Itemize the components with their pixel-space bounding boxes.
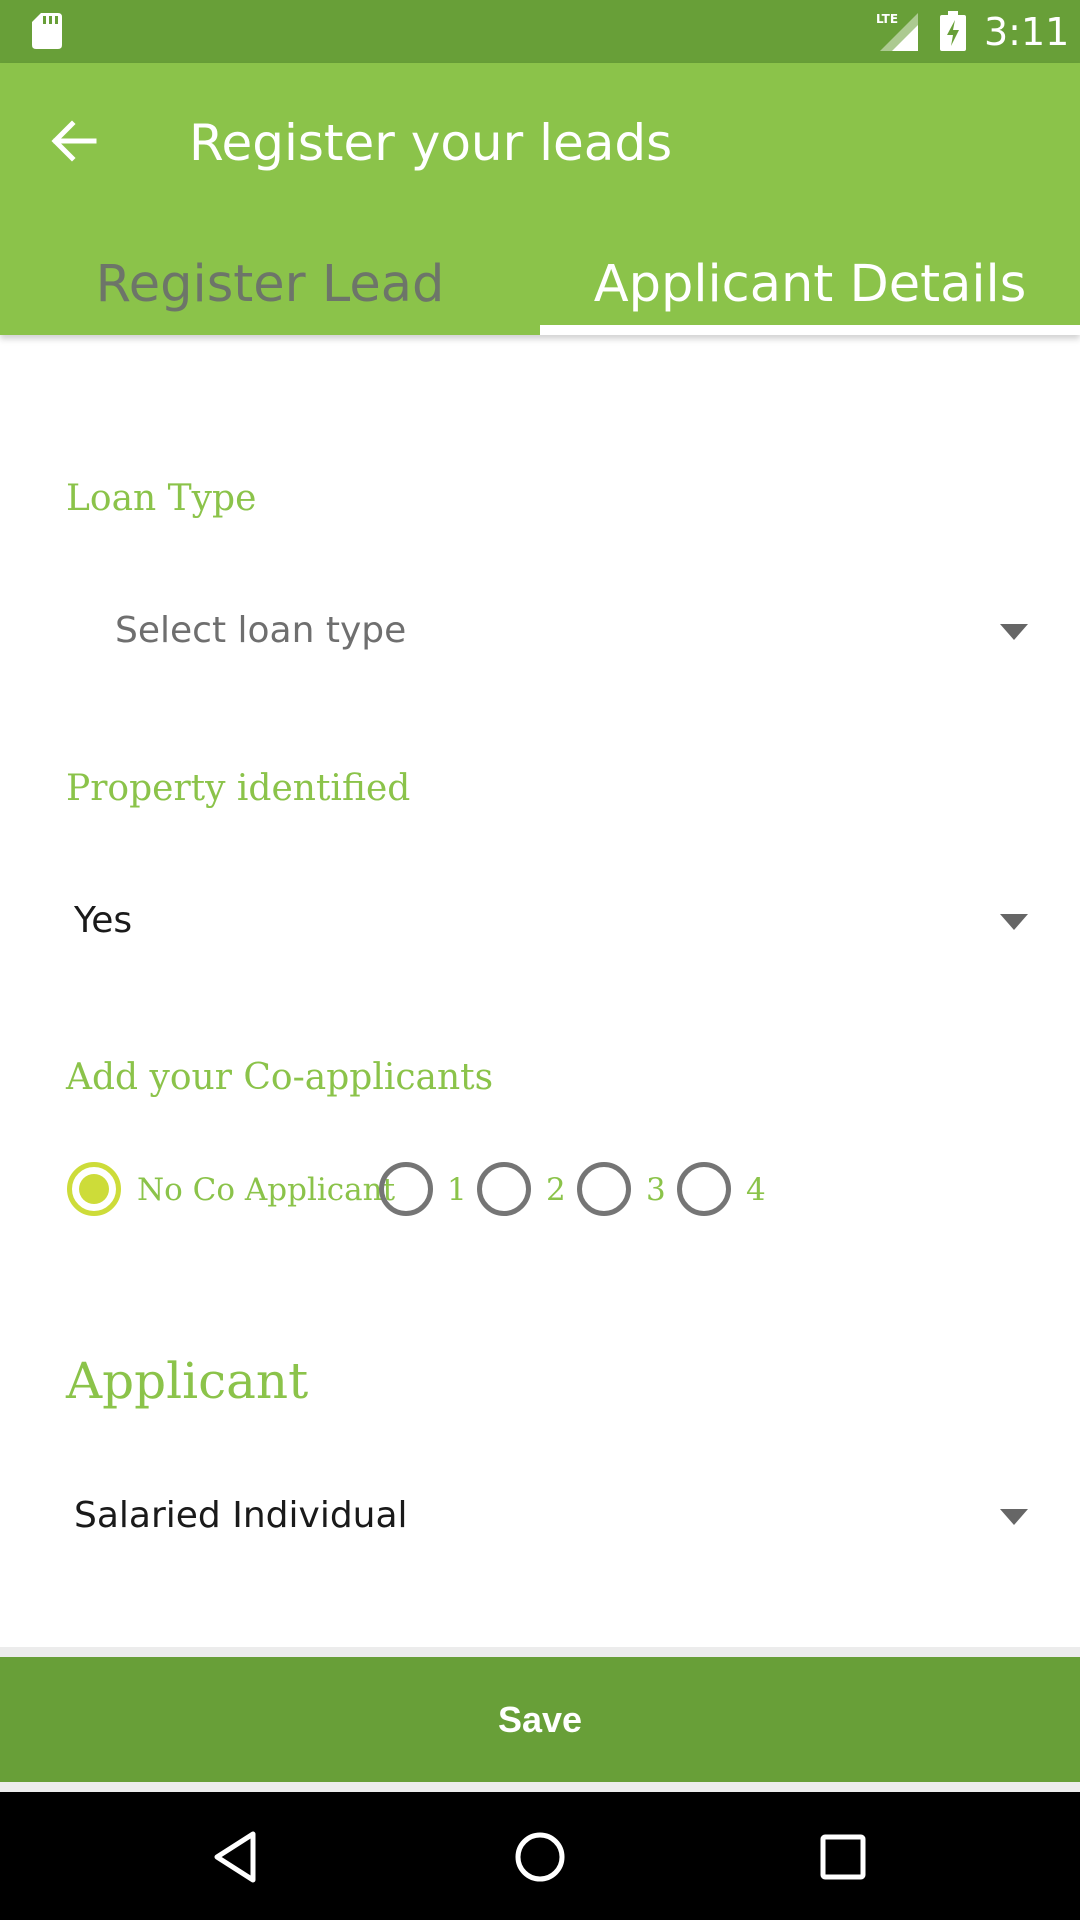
tab-indicator	[540, 325, 1080, 335]
radio-label-2: 2	[546, 1172, 566, 1208]
dropdown-arrow-icon	[1000, 1509, 1028, 1525]
radio-co-applicant-2[interactable]	[476, 1161, 532, 1217]
co-applicants-label: Add your Co-applicants	[66, 1057, 494, 1098]
radio-co-applicant-1[interactable]	[378, 1161, 434, 1217]
navigation-bar	[0, 1792, 1080, 1920]
radio-label-no-co-applicant: No Co Applicant	[137, 1172, 396, 1208]
page-title: Register your leads	[189, 114, 673, 172]
dropdown-arrow-icon	[1000, 624, 1028, 640]
applicant-type-value: Salaried Individual	[74, 1495, 408, 1536]
property-identified-value: Yes	[74, 900, 133, 941]
property-identified-spinner[interactable]: Yes	[60, 880, 1028, 964]
radio-label-1: 1	[447, 1172, 467, 1208]
radio-co-applicant-4[interactable]	[676, 1161, 732, 1217]
applicant-section-title: Applicant	[66, 1352, 309, 1410]
radio-label-3: 3	[646, 1172, 666, 1208]
divider	[0, 1647, 1080, 1657]
loan-type-value: Select loan type	[115, 610, 407, 651]
status-bar: LTE 3:11	[0, 0, 1080, 63]
radio-no-co-applicant[interactable]	[66, 1161, 122, 1217]
sd-card-icon	[32, 13, 62, 49]
arrow-back-icon[interactable]	[44, 111, 104, 171]
home-circle-icon[interactable]	[505, 1822, 575, 1892]
property-identified-label: Property identified	[66, 768, 411, 809]
app-bar: Register your leads Register Lead Applic…	[0, 63, 1080, 335]
battery-charging-icon	[940, 11, 966, 51]
tab-register-lead[interactable]: Register Lead	[0, 235, 540, 335]
loan-type-spinner[interactable]: Select loan type	[60, 590, 1028, 674]
status-time: 3:11	[984, 10, 1070, 54]
loan-type-label: Loan Type	[66, 478, 257, 519]
tab-applicant-details[interactable]: Applicant Details	[540, 235, 1080, 335]
back-triangle-icon[interactable]	[202, 1822, 272, 1892]
divider	[0, 1782, 1080, 1792]
recents-square-icon[interactable]	[808, 1822, 878, 1892]
applicant-type-spinner[interactable]: Salaried Individual	[60, 1475, 1028, 1559]
lte-signal-icon: LTE	[876, 12, 918, 51]
radio-label-4: 4	[746, 1172, 766, 1208]
svg-text:LTE: LTE	[876, 12, 898, 26]
save-button[interactable]: Save	[0, 1657, 1080, 1782]
dropdown-arrow-icon	[1000, 914, 1028, 930]
radio-co-applicant-3[interactable]	[576, 1161, 632, 1217]
